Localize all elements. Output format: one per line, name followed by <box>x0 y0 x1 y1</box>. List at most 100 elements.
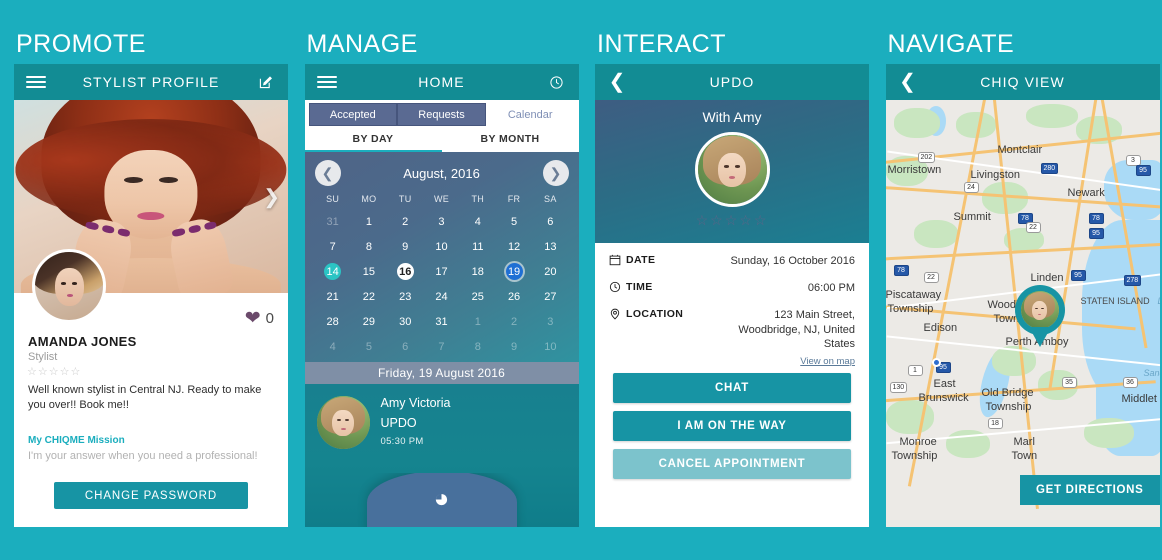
change-password-button[interactable]: CHANGE PASSWORD <box>54 482 248 509</box>
avatar <box>694 132 770 207</box>
calendar-day-today: 14 <box>315 260 351 283</box>
detail-label: TIME <box>626 280 653 293</box>
day-number[interactable]: 5 <box>360 338 377 355</box>
day-number[interactable]: 26 <box>506 288 523 305</box>
chevron-left-icon[interactable]: ❮ <box>898 72 918 92</box>
calendar-day: 13 <box>532 235 568 258</box>
chevron-left-icon[interactable]: ❮ <box>607 72 627 92</box>
day-number[interactable]: 24 <box>433 288 450 305</box>
day-number[interactable]: 9 <box>506 338 523 355</box>
calendar-day: 5 <box>351 335 387 358</box>
on-the-way-button[interactable]: I AM ON THE WAY <box>613 411 851 442</box>
day-number[interactable]: 7 <box>324 238 341 255</box>
day-number[interactable]: 27 <box>542 288 559 305</box>
day-number[interactable]: 29 <box>360 313 377 330</box>
route-shield: 22 <box>1025 222 1041 233</box>
map-place-label: Morristown <box>887 164 942 176</box>
list-item[interactable]: Amy Victoria UPDO 05:30 PM <box>316 396 567 449</box>
route-shield: 35 <box>1061 377 1077 388</box>
detail-value: 123 Main Street, Woodbridge, NJ, United … <box>738 308 855 351</box>
chevron-right-icon[interactable]: ❯ <box>542 160 569 186</box>
appointment-hero: With Amy ☆☆☆☆☆ <box>595 100 869 243</box>
chevron-left-icon[interactable]: ❮ <box>314 160 341 186</box>
tab-by-month[interactable]: BY MONTH <box>441 126 579 152</box>
chat-button[interactable]: CHAT <box>613 373 851 404</box>
day-number[interactable]: 14 <box>324 263 342 280</box>
map-place-label: Township <box>891 450 938 462</box>
view-on-map-link[interactable]: View on map <box>609 356 855 367</box>
day-number[interactable]: 31 <box>433 313 450 330</box>
day-number[interactable]: 4 <box>324 338 341 355</box>
map-view[interactable]: Montclair Morristown Livingston Newark Summi… <box>885 100 1160 527</box>
page-title: HOME <box>418 74 465 90</box>
day-number[interactable]: 30 <box>397 313 414 330</box>
route-shield: 24 <box>963 182 979 193</box>
hamburger-icon[interactable] <box>26 76 46 88</box>
day-number[interactable]: 1 <box>360 213 377 230</box>
day-number[interactable]: 20 <box>542 263 559 280</box>
day-number[interactable]: 9 <box>397 238 414 255</box>
hamburger-icon[interactable] <box>316 76 337 88</box>
day-number[interactable]: 15 <box>360 263 377 280</box>
clock-icon[interactable] <box>547 72 567 92</box>
day-number[interactable]: 17 <box>433 263 450 280</box>
calendar-day: 3 <box>423 210 459 233</box>
calendar-day: 23 <box>387 285 423 308</box>
calendar-grid: SU MO TU WE TH FR SA 31 1 2 3 4 5 6 7 8 <box>315 192 569 358</box>
likes-counter: ❤ 0 <box>245 309 274 328</box>
calendar-day: 28 <box>315 310 351 333</box>
panel-navigate: NAVIGATE ❮ CHIQ VIEW Montclair Morristow… <box>872 0 1162 560</box>
segment-accepted[interactable]: Accepted <box>308 103 398 126</box>
day-number[interactable]: 19 <box>505 263 523 280</box>
calendar-day: 9 <box>387 235 423 258</box>
mission-text: I'm your answer when you need a professi… <box>28 450 258 462</box>
avatar <box>32 249 106 323</box>
cancel-appointment-button[interactable]: CANCEL APPOINTMENT <box>613 449 851 480</box>
day-number[interactable]: 4 <box>469 213 486 230</box>
day-number[interactable]: 11 <box>469 238 486 255</box>
day-number[interactable]: 8 <box>469 338 486 355</box>
day-number[interactable]: 13 <box>542 238 559 255</box>
day-number[interactable]: 25 <box>469 288 486 305</box>
day-number[interactable]: 1 <box>469 313 486 330</box>
day-number[interactable]: 6 <box>542 213 559 230</box>
day-number[interactable]: 23 <box>397 288 414 305</box>
get-directions-button[interactable]: GET DIRECTIONS <box>1019 475 1160 505</box>
day-number[interactable]: 2 <box>506 313 523 330</box>
phone-screen-appointment: ❮ UPDO With Amy ☆☆☆☆☆ DATE Sunday, 16 Oc… <box>595 64 869 527</box>
stylist-role: Stylist <box>28 351 58 363</box>
chiqme-logo-icon[interactable]: ◕ <box>366 473 517 527</box>
detail-row-location: LOCATION 123 Main Street, Woodbridge, NJ… <box>609 308 855 353</box>
day-number[interactable]: 7 <box>433 338 450 355</box>
chevron-right-icon[interactable]: ❯ <box>263 184 280 209</box>
day-number[interactable]: 31 <box>324 213 341 230</box>
day-number[interactable]: 16 <box>396 263 414 280</box>
day-number[interactable]: 6 <box>397 338 414 355</box>
day-number[interactable]: 18 <box>469 263 486 280</box>
calendar-day: 22 <box>351 285 387 308</box>
stylist-location-pin[interactable] <box>1014 285 1065 347</box>
route-shield: 36 <box>1122 377 1138 388</box>
day-number[interactable]: 3 <box>433 213 450 230</box>
edit-pencil-icon[interactable] <box>256 72 276 92</box>
route-shield: 22 <box>923 272 939 283</box>
day-number[interactable]: 10 <box>433 238 450 255</box>
day-number[interactable]: 22 <box>360 288 377 305</box>
day-number[interactable]: 3 <box>542 313 559 330</box>
tab-by-day[interactable]: BY DAY <box>304 126 442 152</box>
day-number[interactable]: 28 <box>324 313 341 330</box>
day-number[interactable]: 8 <box>360 238 377 255</box>
day-number[interactable]: 5 <box>506 213 523 230</box>
segment-calendar[interactable]: Calendar <box>485 103 575 126</box>
calendar-day: 1 <box>351 210 387 233</box>
day-number[interactable]: 10 <box>542 338 559 355</box>
calendar-day: 6 <box>387 335 423 358</box>
day-number[interactable]: 12 <box>506 238 523 255</box>
segment-requests[interactable]: Requests <box>397 103 486 126</box>
day-number[interactable]: 21 <box>324 288 341 305</box>
appbar-spacer <box>837 72 857 92</box>
day-number[interactable]: 2 <box>397 213 414 230</box>
calendar-day: 26 <box>496 285 532 308</box>
park-area <box>1025 104 1078 128</box>
location-pin-icon <box>610 308 620 320</box>
